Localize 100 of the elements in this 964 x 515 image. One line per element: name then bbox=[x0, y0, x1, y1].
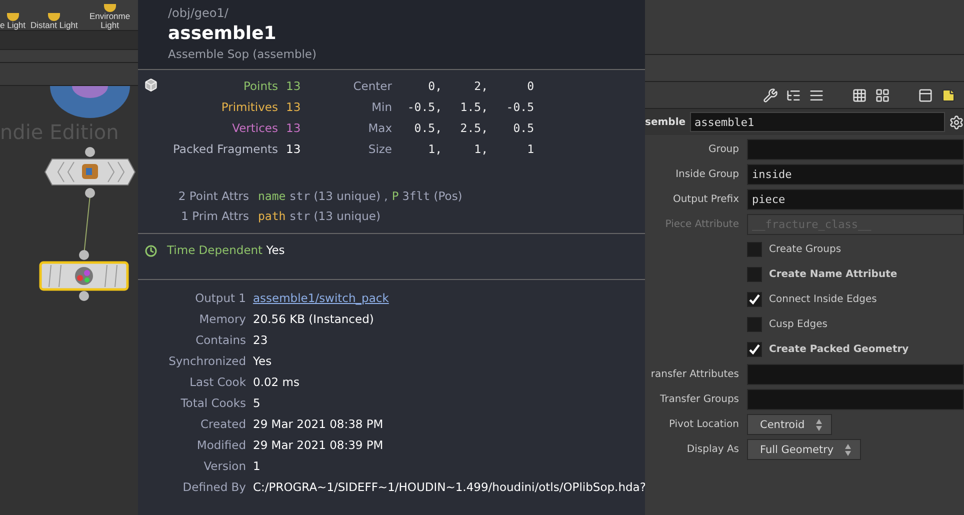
detail-label: Synchronized bbox=[168, 353, 246, 370]
bounds-value: 0 bbox=[526, 78, 534, 95]
network-node[interactable] bbox=[44, 158, 136, 186]
stat-label: Points bbox=[242, 78, 278, 95]
node-name-field[interactable]: assemble1 bbox=[690, 112, 945, 132]
parameter-field[interactable]: piece bbox=[747, 189, 964, 210]
input-connector[interactable] bbox=[85, 147, 95, 157]
stat-label: Primitives bbox=[220, 99, 278, 116]
bounds-value: 0.5 bbox=[512, 120, 534, 137]
bounds-label: Max bbox=[367, 120, 392, 137]
detail-value: 29 Mar 2021 08:38 PM bbox=[253, 416, 384, 433]
parameter-field[interactable] bbox=[747, 389, 964, 410]
bounds-label: Min bbox=[370, 99, 392, 116]
detail-label: Contains bbox=[194, 332, 246, 349]
detail-value: 5 bbox=[253, 395, 262, 412]
parameter-label: Piece Attribute bbox=[664, 219, 739, 230]
detail-value: 23 bbox=[253, 332, 269, 349]
attribute-entry: P 3flt (Pos) bbox=[392, 188, 462, 205]
attribute-entry: path str (13 unique) bbox=[258, 208, 380, 225]
network-node[interactable] bbox=[39, 261, 129, 291]
checkbox[interactable] bbox=[747, 292, 762, 307]
detail-label: Created bbox=[199, 416, 246, 433]
bounds-label: Size bbox=[367, 141, 392, 158]
attrs-label: 2 Point Attrs bbox=[177, 188, 249, 205]
bounds-value: 1, bbox=[473, 141, 488, 158]
light-icon bbox=[104, 4, 116, 12]
detail-value: 20.56 KB (Instanced) bbox=[253, 311, 375, 328]
output-link[interactable]: assemble1/switch_pack bbox=[253, 290, 645, 307]
light-icon bbox=[6, 13, 19, 21]
color-grid-icon[interactable] bbox=[852, 88, 867, 102]
bounds-label: Center bbox=[352, 78, 392, 95]
bounds-value: -0.5 bbox=[505, 99, 534, 116]
parameter-label: Inside Group bbox=[674, 169, 739, 180]
detail-value: Yes bbox=[253, 353, 273, 370]
grid-icon[interactable] bbox=[875, 88, 890, 102]
checkbox[interactable] bbox=[747, 317, 762, 332]
bounds-value: 1 bbox=[526, 141, 534, 158]
checkbox[interactable] bbox=[747, 342, 762, 357]
input-connector[interactable] bbox=[79, 250, 89, 260]
detail-value: 29 Mar 2021 08:39 PM bbox=[253, 437, 384, 454]
bounds-value: 1, bbox=[427, 141, 442, 158]
wrench-icon[interactable] bbox=[763, 88, 778, 102]
detail-label: Memory bbox=[198, 311, 246, 328]
bounds-value: 0.5, bbox=[413, 120, 442, 137]
attribute-entry: name str (13 unique) , bbox=[258, 188, 388, 205]
checkbox-label: Create Name Attribute bbox=[769, 269, 898, 280]
network-node[interactable] bbox=[50, 86, 130, 118]
output-connector[interactable] bbox=[79, 291, 89, 301]
detail-label: Modified bbox=[196, 437, 246, 454]
output-connector[interactable] bbox=[85, 188, 95, 198]
updown-arrows-icon bbox=[814, 418, 823, 432]
parameter-label: Output Prefix bbox=[672, 194, 739, 205]
parameter-label: Pivot Location bbox=[668, 419, 739, 430]
time-dependent-text: Time Dependent Yes bbox=[167, 242, 285, 259]
light-icon bbox=[48, 13, 60, 21]
cube-icon bbox=[144, 78, 158, 92]
shelf-tool[interactable]: Distant Light bbox=[30, 13, 78, 30]
detail-label: Last Cook bbox=[188, 374, 246, 391]
node-name: assemble1 bbox=[168, 23, 278, 44]
bounds-value: 1.5, bbox=[459, 99, 488, 116]
checkbox-label: Cusp Edges bbox=[769, 319, 828, 330]
checkbox[interactable] bbox=[747, 267, 762, 282]
node-type: Assemble Sop (assemble) bbox=[168, 47, 318, 61]
detail-label: Total Cooks bbox=[180, 395, 246, 412]
stat-value: 13 bbox=[286, 141, 302, 158]
note-icon[interactable] bbox=[941, 88, 956, 102]
checkbox-label: Create Groups bbox=[769, 244, 842, 255]
stat-value: 13 bbox=[286, 120, 302, 137]
stat-label: Packed Fragments bbox=[172, 141, 278, 158]
checkbox-label: Create Packed Geometry bbox=[769, 344, 909, 355]
checkbox[interactable] bbox=[747, 242, 762, 257]
parameter-field[interactable] bbox=[747, 139, 964, 160]
updown-arrows-icon bbox=[844, 442, 852, 456]
shelf-tool[interactable]: e Light bbox=[0, 13, 26, 30]
bounds-value: 2, bbox=[473, 78, 488, 95]
parameter-label: ransfer Attributes bbox=[650, 369, 739, 380]
shelf-tool[interactable]: Environme Light bbox=[82, 4, 137, 30]
parameter-label: Transfer Groups bbox=[658, 394, 739, 405]
node-type-label: semble bbox=[645, 116, 686, 128]
parameter-label: Display As bbox=[686, 444, 739, 455]
stat-value: 13 bbox=[286, 78, 302, 95]
detail-label: Defined By bbox=[182, 479, 246, 496]
checkbox-label: Connect Inside Edges bbox=[769, 294, 877, 305]
parameter-field[interactable] bbox=[747, 364, 964, 385]
bounds-value: 2.5, bbox=[459, 120, 488, 137]
settings-icon[interactable] bbox=[949, 114, 964, 130]
stat-value: 13 bbox=[286, 99, 302, 116]
list-icon[interactable] bbox=[809, 88, 824, 102]
detail-label: Output 1 bbox=[194, 290, 246, 307]
tree-icon[interactable] bbox=[786, 88, 801, 102]
parameter-field[interactable]: inside bbox=[747, 164, 964, 185]
attrs-label: 1 Prim Attrs bbox=[180, 208, 249, 225]
dropdown-menu[interactable]: Centroid bbox=[747, 414, 832, 435]
window-icon[interactable] bbox=[918, 88, 933, 102]
stat-label: Vertices bbox=[231, 120, 278, 137]
dropdown-menu[interactable]: Full Geometry bbox=[747, 439, 861, 460]
detail-value: 1 bbox=[253, 458, 262, 475]
node-path: /obj/geo1/ bbox=[168, 6, 230, 20]
clock-icon bbox=[145, 244, 157, 256]
detail-value: 0.02 ms bbox=[253, 374, 300, 391]
